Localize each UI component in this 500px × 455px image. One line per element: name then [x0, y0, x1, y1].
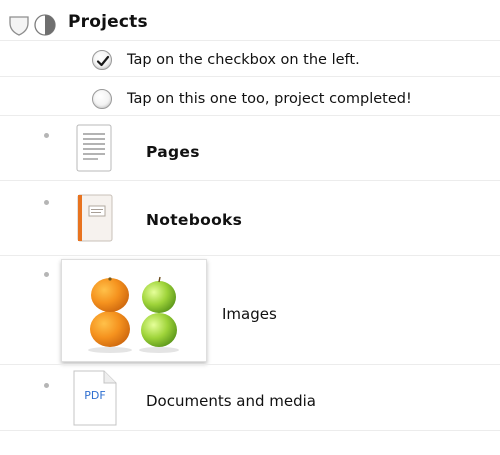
divider: [0, 430, 500, 431]
item-label-pages[interactable]: Pages: [146, 143, 200, 161]
divider: [0, 115, 500, 116]
divider: [0, 40, 500, 41]
oranges-and-apples-photo: [88, 276, 179, 353]
project-title: Projects: [68, 12, 148, 32]
task-label[interactable]: Tap on this one too, project completed!: [127, 91, 412, 107]
notebook-icon[interactable]: [77, 194, 113, 246]
task-checkbox-checked[interactable]: [92, 50, 112, 70]
item-label-notebooks[interactable]: Notebooks: [146, 211, 242, 229]
shield-icon[interactable]: [7, 13, 31, 41]
half-circle-progress-icon[interactable]: [33, 13, 57, 41]
bullet-icon: [44, 383, 49, 388]
pages-document-icon[interactable]: [76, 124, 112, 176]
divider: [0, 76, 500, 77]
checkmark-icon: [96, 55, 110, 67]
pdf-file-icon[interactable]: PDF: [73, 370, 117, 426]
item-label-images[interactable]: Images: [222, 305, 277, 323]
image-thumbnail[interactable]: [61, 259, 207, 362]
item-label-documents-and-media[interactable]: Documents and media: [146, 392, 316, 410]
task-checkbox-unchecked[interactable]: [92, 89, 112, 109]
divider: [0, 255, 500, 256]
divider: [0, 180, 500, 181]
bullet-icon: [44, 272, 49, 277]
divider: [0, 364, 500, 365]
bullet-icon: [44, 200, 49, 205]
bullet-icon: [44, 133, 49, 138]
pdf-file-badge: PDF: [84, 389, 106, 402]
task-label[interactable]: Tap on the checkbox on the left.: [127, 52, 360, 68]
